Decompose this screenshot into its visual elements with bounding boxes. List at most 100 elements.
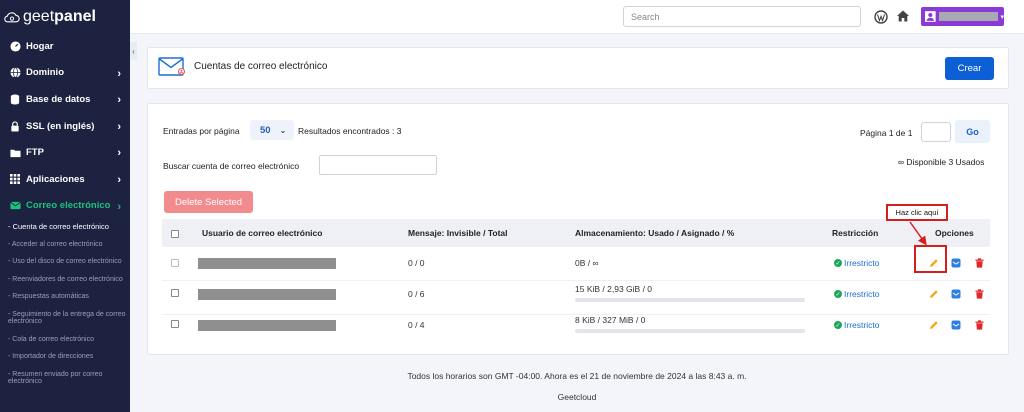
trash-icon[interactable] <box>974 289 984 299</box>
page-title: Cuentas de correo electrónico <box>194 61 328 72</box>
subnav-seguimiento[interactable]: - Seguimiento de la entrega de correo el… <box>5 307 130 332</box>
wordpress-icon[interactable] <box>874 10 888 24</box>
sidebar-item-label: Hogar <box>26 40 54 52</box>
chevron-right-icon: › <box>117 173 121 186</box>
per-page-value: 50 <box>260 124 271 136</box>
message-count: 0 / 0 <box>408 258 425 268</box>
chevron-left-icon: ‹ <box>132 46 135 56</box>
webmail-icon[interactable] <box>951 320 961 330</box>
check-circle-icon: ✓ <box>834 259 842 267</box>
per-page-select[interactable]: 50 ⌄ <box>250 120 294 140</box>
row-checkbox[interactable] <box>171 259 179 267</box>
storage-usage: 0B / ∞ <box>575 258 599 268</box>
entries-per-page-label: Entradas por página <box>163 126 240 136</box>
user-menu-button[interactable]: ▾ <box>921 7 1004 26</box>
brand-part1: geet <box>23 7 55 25</box>
page-number-input[interactable] <box>921 122 951 142</box>
col-messages: Mensaje: Invisible / Total <box>408 228 508 238</box>
restriction-label: Irrestricto <box>844 289 880 299</box>
email-username-redacted <box>198 289 336 300</box>
email-account-icon <box>158 57 186 76</box>
restriction-label: Irrestricto <box>844 320 880 330</box>
table-row: 0 / 4 8 KiB / 327 MiB / 0 ✓ Irrestricto <box>162 315 990 349</box>
email-username-redacted <box>198 320 336 331</box>
chevron-down-icon: ⌄ <box>279 125 287 135</box>
click-here-callout: Haz clic aquí <box>886 204 948 221</box>
check-circle-icon: ✓ <box>834 321 842 329</box>
subnav-respuestas[interactable]: - Respuestas automáticas <box>5 289 130 307</box>
table-row: 0 / 0 0B / ∞ ✓ Irrestricto <box>162 247 990 281</box>
chevron-right-icon: › <box>117 94 121 107</box>
restriction-label: Irrestricto <box>844 258 880 268</box>
timezone-note: Todos los horarios son GMT -04:00. Ahora… <box>407 371 747 381</box>
chevron-right-icon: › <box>117 147 121 160</box>
speedometer-icon <box>9 40 21 52</box>
subnav-acceder[interactable]: - Acceder al correo electrónico <box>5 237 130 255</box>
select-all-checkbox[interactable] <box>171 230 179 238</box>
sidebar-item-label: Aplicaciones <box>26 173 85 185</box>
subnav-cola[interactable]: - Cola de correo electrónico <box>5 332 130 350</box>
storage-progress-bar <box>575 298 805 302</box>
delete-selected-button[interactable]: Delete Selected <box>164 191 253 213</box>
chevron-right-icon: › <box>117 200 121 213</box>
sidebar-item-base-de-datos[interactable]: Base de datos › <box>0 86 130 113</box>
lock-icon <box>9 120 21 132</box>
subnav-uso-disco[interactable]: - Uso del disco de correo electrónico <box>5 254 130 272</box>
edit-pencil-icon[interactable] <box>929 289 939 299</box>
sidebar-item-hogar[interactable]: Hogar <box>0 33 130 60</box>
search-input[interactable] <box>623 6 861 27</box>
sidebar-item-label: SSL (en inglés) <box>26 120 95 132</box>
restriction-status: ✓ Irrestricto <box>834 320 879 330</box>
col-restriction: Restricción <box>832 228 879 238</box>
message-count: 0 / 6 <box>408 289 425 299</box>
globe-icon <box>9 67 21 79</box>
home-icon[interactable] <box>896 9 910 23</box>
col-storage: Almacenamiento: Usado / Asignado / % <box>575 228 735 238</box>
webmail-icon[interactable] <box>951 258 961 268</box>
username-redacted <box>938 12 999 21</box>
grid-icon <box>9 173 21 185</box>
table-row: 0 / 6 15 KiB / 2,93 GiB / 0 ✓ Irrestricto <box>162 281 990 315</box>
create-button[interactable]: Crear <box>945 57 994 80</box>
row-checkbox[interactable] <box>171 289 179 297</box>
edit-pencil-icon[interactable] <box>929 320 939 330</box>
webmail-icon[interactable] <box>951 289 961 299</box>
trash-icon[interactable] <box>974 258 984 268</box>
sidebar-collapse-toggle[interactable]: ‹ <box>130 42 137 60</box>
footer-company: Geetcloud <box>557 392 597 402</box>
edit-highlight-box <box>914 245 947 273</box>
sidebar-item-label: FTP <box>26 147 44 159</box>
topbar: ▾ <box>130 0 1024 34</box>
sidebar-item-ftp[interactable]: FTP › <box>0 139 130 166</box>
envelope-icon <box>9 200 21 212</box>
table-header: Usuario de correo electrónico Mensaje: I… <box>162 219 990 247</box>
subnav-reenviadores[interactable]: - Reenviadores de correo electrónico <box>5 272 130 290</box>
sidebar-item-correo[interactable]: Correo electrónico › <box>0 193 130 220</box>
quota-usage: ∞ Disponible 3 Usados <box>898 157 985 167</box>
sidebar-item-label: Dominio <box>26 67 64 79</box>
storage-usage: 8 KiB / 327 MiB / 0 <box>575 315 646 325</box>
col-user: Usuario de correo electrónico <box>202 228 323 238</box>
cloud-logo-icon <box>4 11 20 22</box>
page-header: Cuentas de correo electrónico Crear <box>147 47 1009 89</box>
email-accounts-panel: Entradas por página 50 ⌄ Resultados enco… <box>147 103 1009 355</box>
brand-part2: panel <box>54 7 96 25</box>
sidebar-item-ssl[interactable]: SSL (en inglés) › <box>0 113 130 140</box>
brand-logo[interactable]: geet panel <box>0 0 130 33</box>
sidebar-item-dominio[interactable]: Dominio › <box>0 60 130 87</box>
trash-icon[interactable] <box>974 320 984 330</box>
sidebar-item-label: Base de datos <box>26 93 91 105</box>
database-icon <box>9 93 21 105</box>
sidebar: geet panel Hogar Dominio › Base de datos … <box>0 0 130 412</box>
go-button[interactable]: Go <box>955 120 990 143</box>
subnav-importador[interactable]: - Importador de direcciones <box>5 349 130 367</box>
results-count: Resultados encontrados : 3 <box>298 126 402 136</box>
row-checkbox[interactable] <box>171 320 179 328</box>
pagination-label: Página 1 de 1 <box>860 128 913 138</box>
sidebar-item-aplicaciones[interactable]: Aplicaciones › <box>0 166 130 193</box>
email-subnav: - Cuenta de correo electrónico - Acceder… <box>0 219 130 392</box>
email-username-redacted <box>198 258 336 269</box>
restriction-status: ✓ Irrestricto <box>834 258 879 268</box>
search-email-input[interactable] <box>319 155 437 175</box>
subnav-cuenta[interactable]: - Cuenta de correo electrónico <box>5 219 130 237</box>
